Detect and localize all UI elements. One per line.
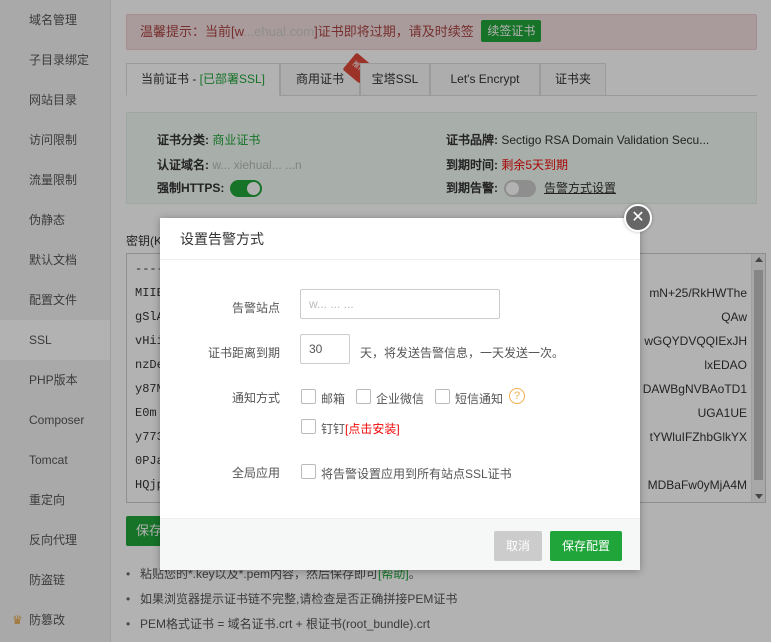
close-icon[interactable]: ✕ (624, 204, 652, 232)
global-apply-checkbox[interactable] (301, 464, 316, 479)
cancel-button[interactable]: 取消 (494, 531, 542, 561)
notify-label: 通知方式 (231, 391, 280, 405)
save-config-button[interactable]: 保存配置 (550, 531, 622, 561)
sms-checkbox[interactable] (435, 389, 450, 404)
global-apply-text: 将告警设置应用到所有站点SSL证书 (321, 467, 512, 481)
days-label: 证书距离到期 (207, 346, 280, 360)
days-suffix: 天，将发送告警信息，一天发送一次。 (360, 346, 565, 360)
email-label: 邮箱 (321, 392, 346, 406)
email-checkbox[interactable] (301, 389, 316, 404)
dingding-checkbox[interactable] (301, 419, 316, 434)
sms-label: 短信通知 (455, 392, 504, 406)
alarm-settings-dialog: 设置告警方式 ✕ 告警站点 w... ... ... 证书距离到期 30 天，将… (160, 204, 652, 570)
dingding-install-link[interactable]: [点击安装] (345, 422, 400, 436)
dialog-title: 设置告警方式 (160, 218, 640, 260)
dialog-footer: 取消 保存配置 (160, 518, 640, 570)
alarm-site-input[interactable]: w... ... ... (300, 289, 500, 319)
days-input[interactable]: 30 (300, 334, 350, 364)
site-label: 告警站点 (231, 301, 280, 315)
help-icon[interactable]: ? (509, 388, 525, 404)
dingding-text: 钉钉 (321, 422, 346, 436)
dingding-label: 钉钉[点击安装] (321, 420, 400, 437)
wechat-checkbox[interactable] (356, 389, 371, 404)
wechat-label: 企业微信 (376, 392, 425, 406)
global-label: 全局应用 (231, 466, 280, 480)
